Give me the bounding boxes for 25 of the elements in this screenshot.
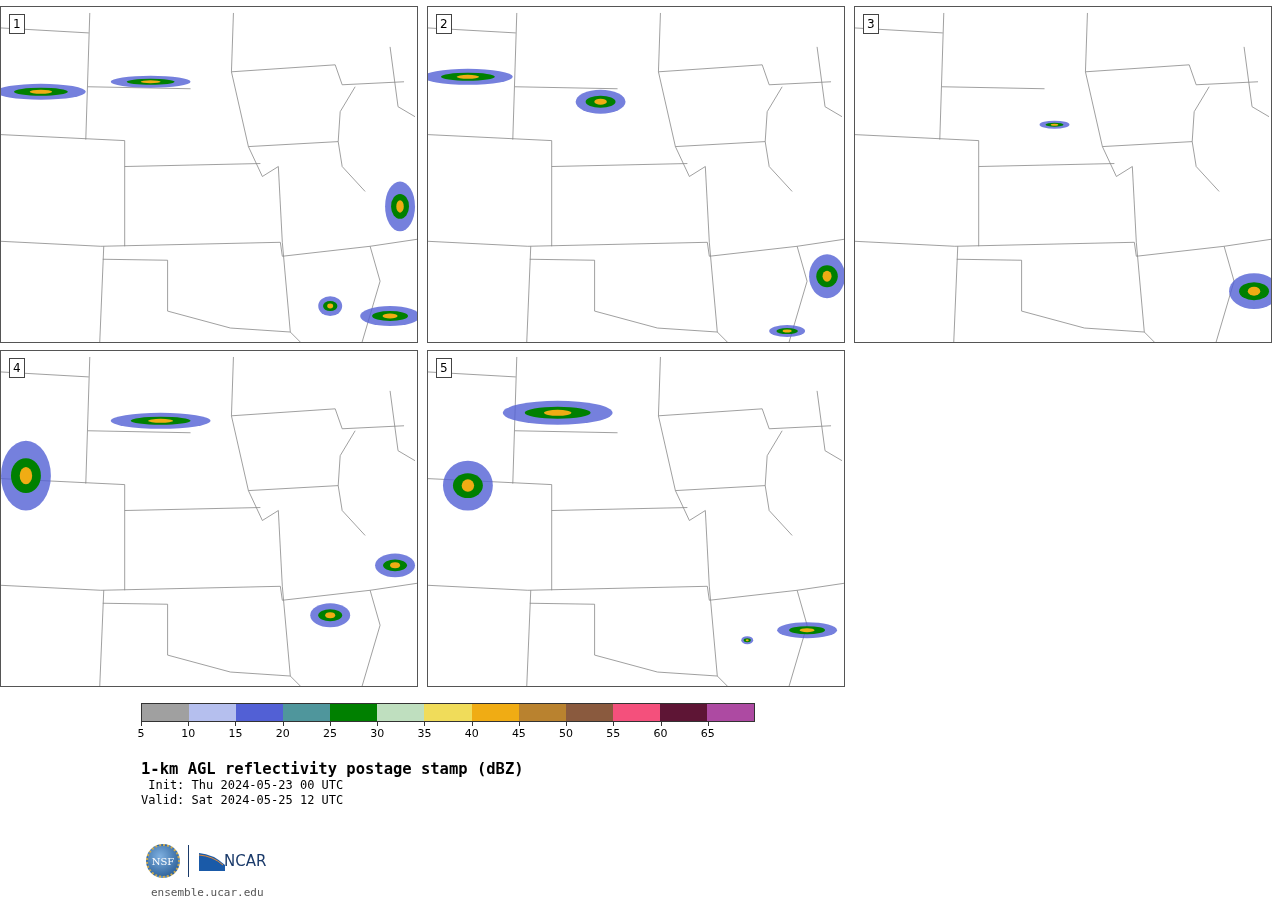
tick-label: 15	[228, 727, 243, 740]
panel-number: 2	[436, 14, 452, 34]
tick-label: 60	[653, 727, 668, 740]
panel-number: 3	[863, 14, 879, 34]
tick-label: 5	[137, 727, 145, 740]
panel-number: 5	[436, 358, 452, 378]
valid-time: Valid: Sat 2024-05-25 12 UTC	[141, 793, 345, 808]
swoosh-icon	[199, 851, 225, 871]
tick-label: 10	[181, 727, 196, 740]
panel-number: 4	[9, 358, 25, 378]
tick-label: 20	[275, 727, 290, 740]
tick-label: 25	[322, 727, 337, 740]
tick-label: 40	[464, 727, 479, 740]
tick-label: 30	[370, 727, 385, 740]
nsf-logo: NSF	[146, 844, 180, 878]
init-time: Init: Thu 2024-05-23 00 UTC	[147, 778, 345, 793]
tick-label: 65	[700, 727, 715, 740]
ncar-logo: NCAR	[224, 852, 267, 870]
panel-number: 1	[9, 14, 25, 34]
site-url: ensemble.ucar.edu	[151, 886, 265, 899]
tick-label: 55	[606, 727, 621, 740]
tick-label: 35	[417, 727, 432, 740]
chart-title: 1-km AGL reflectivity postage stamp (dBZ)	[141, 760, 525, 778]
tick-label: 50	[559, 727, 574, 740]
tick-label: 45	[511, 727, 526, 740]
